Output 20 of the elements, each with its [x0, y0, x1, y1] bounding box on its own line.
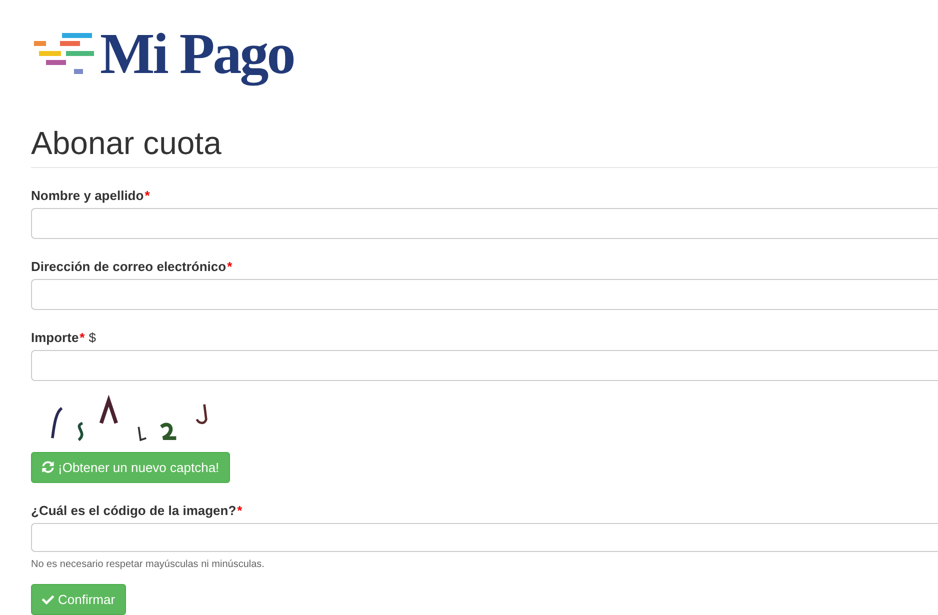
check-icon [42, 594, 54, 606]
required-mark: * [80, 330, 85, 345]
field-label: Importe [31, 330, 79, 345]
field-label: Nombre y apellido [31, 188, 144, 203]
logo-stripes-icon [34, 32, 96, 75]
refresh-icon [42, 461, 54, 474]
input-field[interactable] [31, 278, 938, 310]
required-mark: * [144, 188, 150, 203]
input-field[interactable] [31, 208, 938, 239]
confirm-button[interactable]: Confirmar [31, 584, 126, 615]
page-title: Abonar cuota [31, 126, 938, 168]
input-field[interactable] [31, 522, 938, 552]
field-label: ¿Cuál es el código de la imagen? [31, 502, 236, 518]
field-label: Dirección de correo electrónico [31, 258, 226, 274]
required-mark: * [227, 258, 232, 274]
refresh-captcha-button[interactable]: ¡Obtener un nuevo captcha! [31, 452, 230, 483]
required-mark: * [237, 502, 242, 518]
input-field[interactable] [31, 350, 938, 381]
help-text: No es necesario respetar mayúsculas ni minúsculas. [31, 559, 266, 570]
currency-label: $ [88, 330, 96, 345]
